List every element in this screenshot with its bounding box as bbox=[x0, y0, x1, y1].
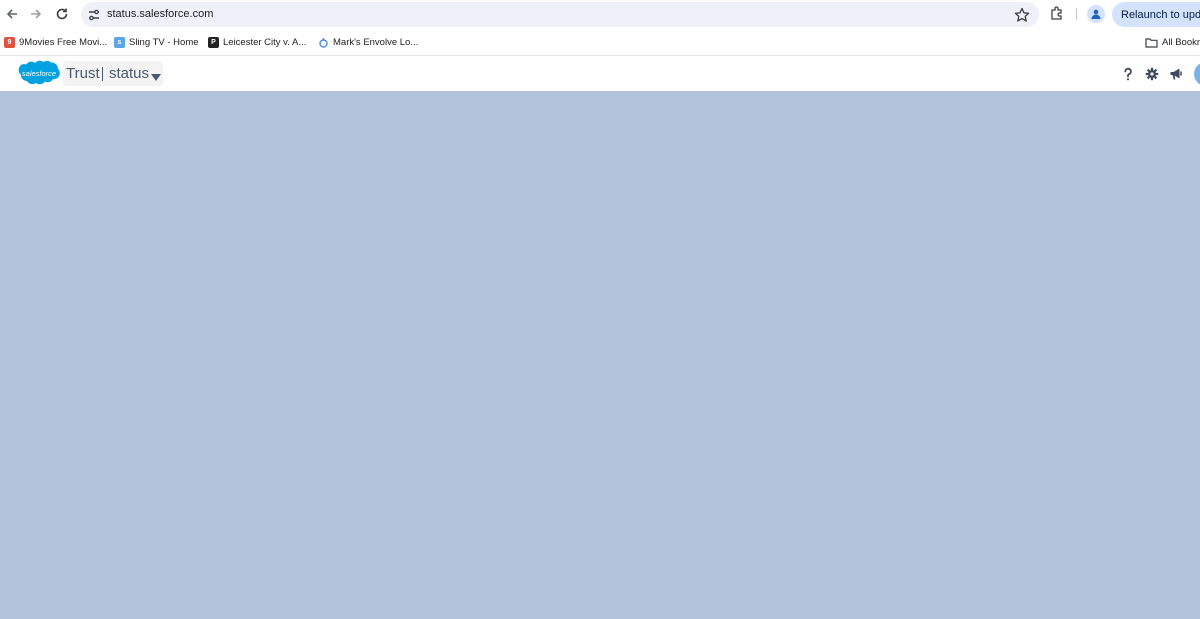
toolbar-divider bbox=[1076, 8, 1077, 20]
bookmark-leicester[interactable]: P Leicester City v. A... bbox=[208, 34, 306, 50]
site-settings-icon[interactable] bbox=[86, 7, 102, 23]
avatar[interactable] bbox=[1194, 62, 1200, 86]
folder-icon bbox=[1145, 37, 1158, 48]
forward-arrow-icon[interactable] bbox=[26, 4, 46, 24]
all-bookmarks[interactable]: All Bookm bbox=[1145, 34, 1200, 50]
logo-text: salesforce bbox=[21, 69, 57, 78]
main-content-area bbox=[0, 91, 1200, 619]
salesforce-logo[interactable]: salesforce bbox=[18, 59, 60, 89]
app-switcher[interactable]: Trust status bbox=[63, 61, 163, 86]
envolve-favicon bbox=[318, 37, 329, 48]
switcher-trust-label: Trust bbox=[66, 65, 100, 82]
bookmark-envolve[interactable]: Mark's Envolve Lo... bbox=[318, 34, 418, 50]
bookmark-9movies[interactable]: 9 9Movies Free Movi... bbox=[4, 34, 107, 50]
address-bar[interactable] bbox=[81, 2, 1039, 27]
extensions-icon[interactable] bbox=[1048, 5, 1066, 23]
site-header: salesforce Trust status bbox=[0, 55, 1200, 91]
bookmark-label: 9Movies Free Movi... bbox=[19, 36, 108, 48]
switcher-divider bbox=[102, 67, 103, 81]
star-icon[interactable] bbox=[1013, 6, 1031, 24]
9movies-favicon: 9 bbox=[4, 36, 15, 48]
bookmark-label: Sling TV - Home bbox=[129, 36, 199, 48]
bookmark-sling[interactable]: s Sling TV - Home bbox=[114, 34, 199, 50]
url-input[interactable] bbox=[107, 8, 927, 20]
reload-icon[interactable] bbox=[52, 4, 72, 24]
settings-icon[interactable] bbox=[1145, 67, 1159, 81]
profile-icon[interactable] bbox=[1087, 5, 1105, 23]
all-bookmarks-label: All Bookm bbox=[1162, 36, 1200, 48]
bookmark-label: Leicester City v. A... bbox=[223, 36, 307, 48]
bookmark-label: Mark's Envolve Lo... bbox=[333, 36, 419, 48]
sling-favicon: s bbox=[114, 36, 125, 48]
announcement-icon[interactable] bbox=[1169, 67, 1183, 81]
browser-toolbar: Relaunch to updat bbox=[0, 0, 1200, 29]
help-icon[interactable] bbox=[1121, 67, 1135, 81]
bookmarks-bar: 9 9Movies Free Movi... s Sling TV - Home… bbox=[0, 29, 1200, 55]
relaunch-button[interactable]: Relaunch to updat bbox=[1112, 2, 1200, 27]
caret-down-icon bbox=[151, 69, 161, 81]
p-favicon: P bbox=[208, 36, 219, 48]
back-arrow-icon[interactable] bbox=[2, 4, 22, 24]
switcher-status-label: status bbox=[109, 65, 150, 82]
